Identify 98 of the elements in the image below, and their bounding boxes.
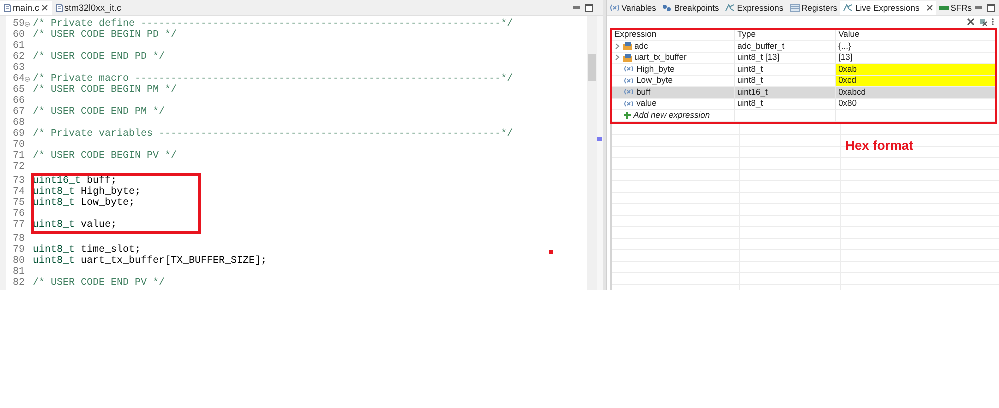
line-number: 72 — [12, 162, 25, 173]
code-line: /* USER CODE END PV */ — [33, 278, 166, 289]
table-cell: 0xcd — [836, 76, 995, 87]
line-number: 78 — [12, 234, 25, 245]
expression-name: value — [636, 98, 657, 110]
line-number: 69 — [12, 129, 25, 140]
collapse-icon[interactable] — [25, 77, 30, 82]
code-line: uint16_t buff; — [33, 176, 118, 187]
column-header[interactable]: Expression — [612, 30, 735, 41]
view-tab[interactable]: Expressions — [722, 1, 787, 15]
editor-tab[interactable]: stm32l0xx_it.c — [52, 1, 126, 15]
line-number: 81 — [12, 267, 25, 278]
code-line: /* USER CODE END PD */ — [33, 52, 166, 63]
minimize-icon — [572, 5, 581, 11]
code-line: uint8_t High_byte; — [33, 187, 142, 198]
plus-icon — [624, 112, 631, 119]
struct-icon — [622, 54, 632, 62]
add-expression-row[interactable]: Add new expression — [612, 110, 735, 122]
variable-icon — [624, 89, 634, 96]
chevron-icon[interactable] — [614, 54, 620, 62]
file-icon — [56, 4, 63, 12]
line-number: 74 — [12, 187, 25, 198]
file-icon — [4, 4, 11, 12]
column-header[interactable]: Type — [734, 30, 836, 41]
line-number: 62 — [12, 52, 25, 63]
collapse-icon[interactable] — [25, 22, 30, 27]
table-cell: adc_buffer_t — [734, 41, 836, 52]
struct-icon — [622, 42, 632, 50]
code-line: /* Private define ------------------------------------------------------------*/ — [33, 19, 514, 30]
variable-icon — [624, 66, 634, 72]
code-line: uint8_t uart_tx_buffer[TX_BUFFER_SIZE]; — [33, 256, 268, 267]
view-tab[interactable]: Live Expressions — [840, 1, 936, 15]
table-cell: 0xab — [836, 64, 995, 76]
maximize-icon — [584, 4, 593, 12]
table-cell: uint8_t — [734, 98, 836, 110]
expression-name: High_byte — [636, 64, 675, 75]
view-tab[interactable]: Registers — [786, 1, 840, 15]
line-number: 73 — [12, 176, 25, 187]
code-line: uint8_t value; — [33, 220, 118, 231]
expressions-icon — [725, 4, 736, 12]
table-cell: uint8_t — [734, 64, 836, 76]
line-number: 59 — [12, 19, 25, 30]
expression-name: buff — [636, 86, 651, 98]
line-number: 77 — [12, 220, 25, 231]
table-cell: uint16_t — [734, 87, 836, 98]
line-number: 67 — [12, 107, 25, 118]
more-icon[interactable] — [991, 18, 995, 26]
variable-icon — [610, 4, 620, 12]
view-tab[interactable]: Variables — [606, 1, 660, 15]
remove-icon[interactable] — [979, 18, 987, 26]
breakpoints-icon — [662, 4, 672, 12]
code-line: /* USER CODE BEGIN PM */ — [33, 85, 178, 96]
table-cell: {...} — [836, 41, 995, 52]
line-number: 80 — [12, 256, 25, 267]
remove-all-icon[interactable] — [967, 18, 975, 26]
chevron-icon[interactable] — [614, 42, 620, 50]
line-number: 82 — [12, 278, 25, 289]
close-icon — [42, 5, 48, 11]
code-line: /* Private macro -------------------------------------------------------------*/ — [33, 74, 514, 85]
line-number: 76 — [12, 209, 25, 220]
line-number: 68 — [12, 118, 25, 129]
variable-icon — [624, 100, 634, 107]
line-number: 70 — [12, 140, 25, 151]
registers-icon — [790, 4, 800, 12]
editor-tab[interactable]: main.c — [0, 1, 52, 15]
line-number: 60 — [12, 30, 25, 41]
bookmark-icon — [596, 137, 602, 141]
table-cell: 0x80 — [836, 98, 995, 110]
close-icon — [926, 5, 933, 11]
minimize-icon — [975, 5, 983, 11]
table-cell: uint8_t [13] — [734, 52, 836, 64]
code-line: uint8_t Low_byte; — [33, 198, 136, 209]
line-number: 75 — [12, 198, 25, 209]
line-number: 63 — [12, 63, 25, 74]
code-line: /* USER CODE BEGIN PD */ — [33, 30, 178, 41]
code-line: /* USER CODE BEGIN PV */ — [33, 151, 178, 162]
column-header[interactable]: Value — [836, 30, 995, 41]
expression-name: Low_byte — [636, 75, 673, 86]
code-line: /* USER CODE END PM */ — [33, 107, 166, 118]
code-line: /* Private variables ---------------------------------------------------------*/ — [33, 129, 514, 140]
maximize-icon — [987, 4, 995, 12]
expressions-icon — [843, 4, 854, 12]
line-number: 64 — [12, 74, 25, 85]
expression-name: adc — [634, 40, 648, 52]
line-number: 71 — [12, 151, 25, 162]
view-tab[interactable]: Breakpoints — [659, 1, 722, 15]
scrollbar-thumb[interactable] — [588, 54, 596, 81]
line-number: 79 — [12, 245, 25, 256]
line-number: 65 — [12, 85, 25, 96]
expression-name: uart_tx_buffer — [634, 52, 687, 64]
line-number: 66 — [12, 96, 25, 107]
sfrs-icon — [938, 4, 949, 12]
line-number: 61 — [12, 41, 25, 52]
annotation-label: Hex format — [844, 136, 914, 152]
code-line: uint8_t time_slot; — [33, 245, 142, 256]
variable-icon — [624, 78, 634, 84]
view-tab[interactable]: SFRs — [936, 1, 975, 15]
table-cell: 0xabcd — [836, 87, 995, 98]
